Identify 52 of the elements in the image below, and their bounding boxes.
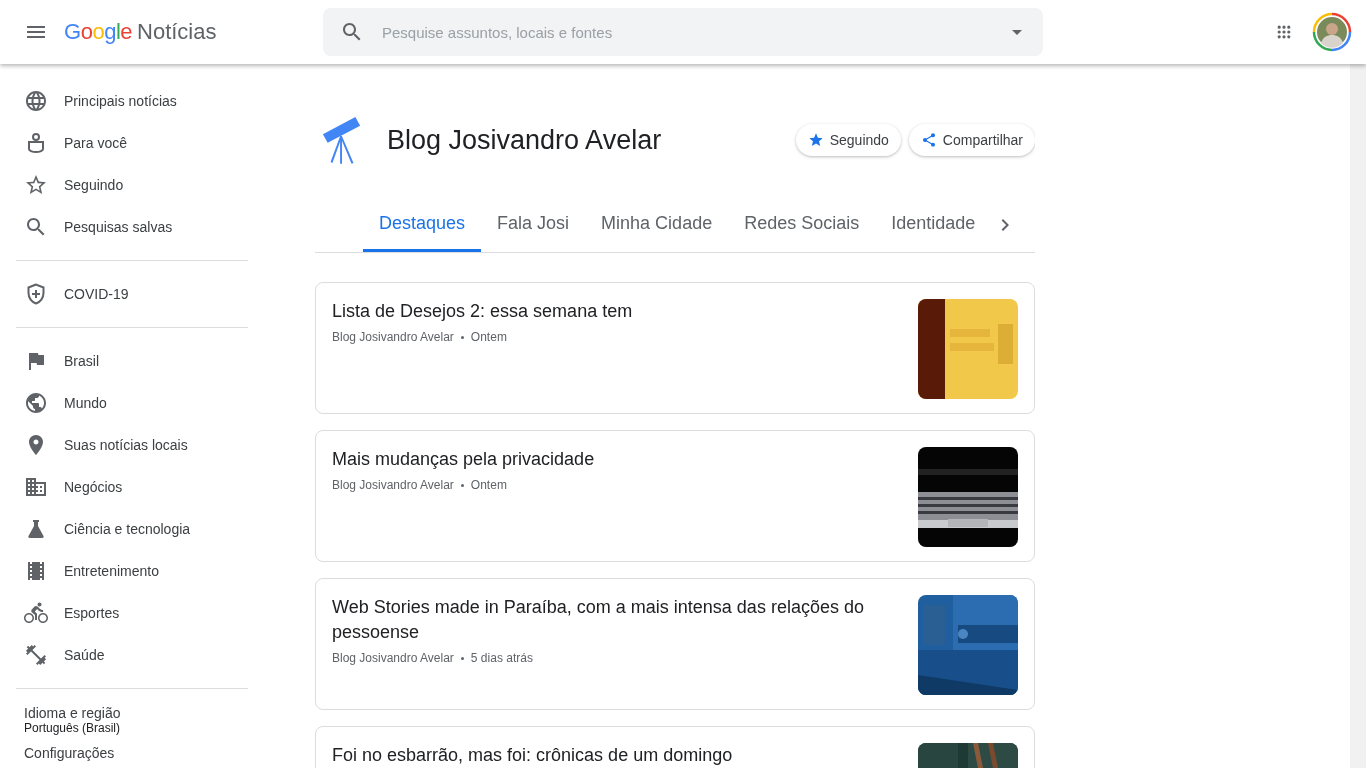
settings-link[interactable]: Configurações (24, 745, 115, 761)
globe-icon (24, 391, 48, 415)
share-icon (920, 132, 937, 148)
tab[interactable]: Redes Sociais (728, 198, 876, 252)
app-logo[interactable]: Google Notícias (64, 19, 217, 45)
share-button[interactable]: Compartilhar (908, 124, 1035, 156)
tab[interactable]: Identidade (875, 198, 992, 252)
building-icon (24, 475, 48, 499)
article-title[interactable]: Web Stories made in Paraíba, com a mais intensa das relações do pessoense (332, 595, 894, 645)
nav-item[interactable]: Esportes (16, 592, 248, 634)
publish-time: 5 dias atrás (470, 651, 533, 665)
article-title[interactable]: Mais mudanças pela privacidade (332, 447, 894, 472)
star-icon (807, 132, 824, 148)
nav-item[interactable]: Pesquisas salvas (16, 206, 248, 248)
settings-link[interactable]: Idioma e região (24, 705, 121, 721)
cyclist-icon (24, 601, 48, 625)
nav-item[interactable]: Para você (16, 122, 248, 164)
scrollbar[interactable] (1350, 64, 1366, 768)
tab[interactable]: Fala Josi (481, 198, 586, 252)
article-card[interactable]: Lista de Desejos 2: essa semana tem Blog Josivandro Avelar Ontem (315, 282, 1035, 414)
nav-item[interactable]: Ciência e tecnologia (16, 508, 248, 550)
language-value: Português (Brasil) (24, 721, 121, 735)
avatar[interactable] (1312, 12, 1352, 52)
article-title[interactable]: Lista de Desejos 2: essa semana tem (332, 299, 894, 324)
publish-time: Ontem (470, 330, 507, 344)
tab[interactable]: Destaques (363, 198, 482, 252)
nav-item[interactable]: Saúde (16, 634, 248, 676)
search-field[interactable]: Pesquise assuntos, locais e fontes (380, 22, 1005, 42)
follow-button[interactable]: Seguindo (795, 124, 901, 156)
publish-time: Ontem (470, 478, 507, 492)
source-name: Blog Josivandro Avelar (332, 651, 454, 665)
tab[interactable]: Minha Cidade (585, 198, 729, 252)
globe-icon (24, 89, 48, 113)
article-card[interactable]: Mais mudanças pela privacidade Blog Josivandro Avelar Ontem (315, 430, 1035, 562)
search-bar[interactable]: Pesquise assuntos, locais e fontes (323, 8, 1043, 56)
nav-item[interactable]: COVID-19 (16, 273, 248, 315)
article-card[interactable]: Web Stories made in Paraíba, com a mais intensa das relações do pessoense Blog Josivandro Avelar 5 dias atrás (315, 578, 1035, 710)
source-name: Blog Josivandro Avelar (332, 330, 454, 344)
nav-item[interactable]: Entretenimento (16, 550, 248, 592)
nav-item[interactable]: Principais notícias (16, 80, 248, 122)
star-icon (24, 173, 48, 197)
nav-item[interactable]: Brasil (16, 340, 248, 382)
dumbbell-icon (24, 643, 48, 667)
article-card[interactable]: Foi no esbarrão, mas foi: crônicas de um domingo (315, 726, 1035, 768)
nav-item[interactable]: Seguindo (16, 164, 248, 206)
nav-item[interactable]: Suas notícias locais (16, 424, 248, 466)
telescope-icon (321, 115, 363, 165)
source-title: Blog Josivandro Avelar (387, 124, 663, 156)
source-name: Blog Josivandro Avelar (332, 478, 454, 492)
article-title[interactable]: Foi no esbarrão, mas foi: crônicas de um domingo (332, 743, 894, 768)
nav-item[interactable]: Negócios (16, 466, 248, 508)
nav-item[interactable]: Mundo (16, 382, 248, 424)
